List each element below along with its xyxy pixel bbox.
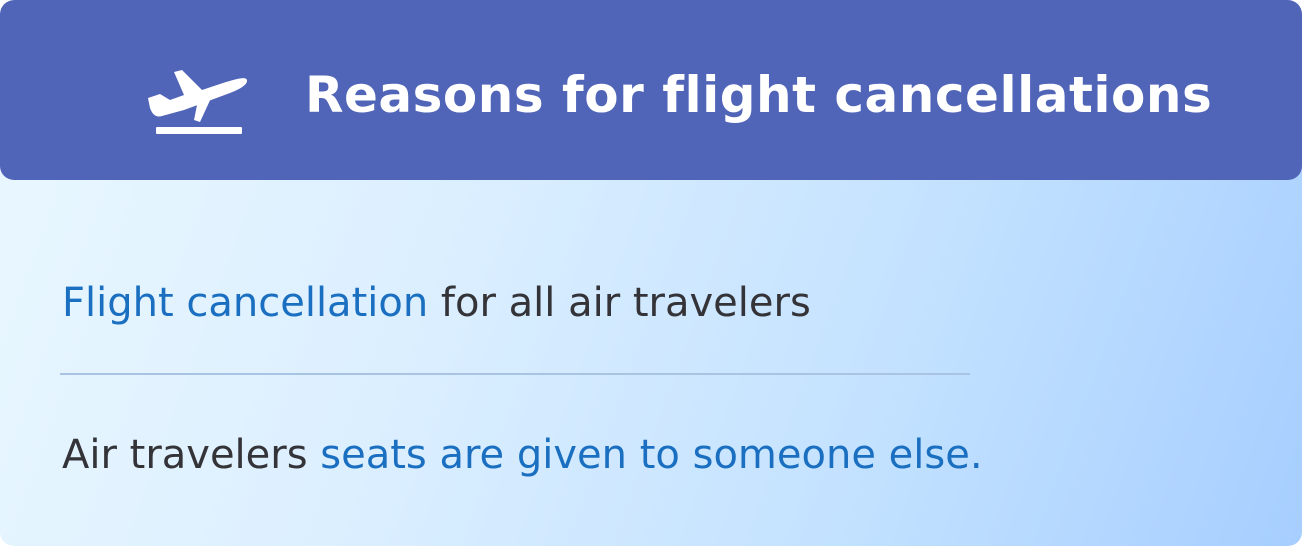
card-header: Reasons for flight cancellations bbox=[0, 0, 1302, 180]
highlight-text: seats are given to someone else. bbox=[320, 432, 983, 478]
list-item: Flight cancellation for all air traveler… bbox=[62, 280, 811, 326]
divider bbox=[60, 373, 970, 375]
body-text: for all air travelers bbox=[428, 280, 811, 326]
body-text: Air travelers bbox=[62, 432, 321, 478]
list-item: Air travelers seats are given to someone… bbox=[62, 432, 983, 478]
page-title: Reasons for flight cancellations bbox=[305, 66, 1213, 124]
highlight-text: Flight cancellation bbox=[62, 280, 429, 326]
airplane-takeoff-icon bbox=[148, 70, 248, 134]
info-card: Reasons for flight cancellations Flight … bbox=[0, 0, 1302, 546]
